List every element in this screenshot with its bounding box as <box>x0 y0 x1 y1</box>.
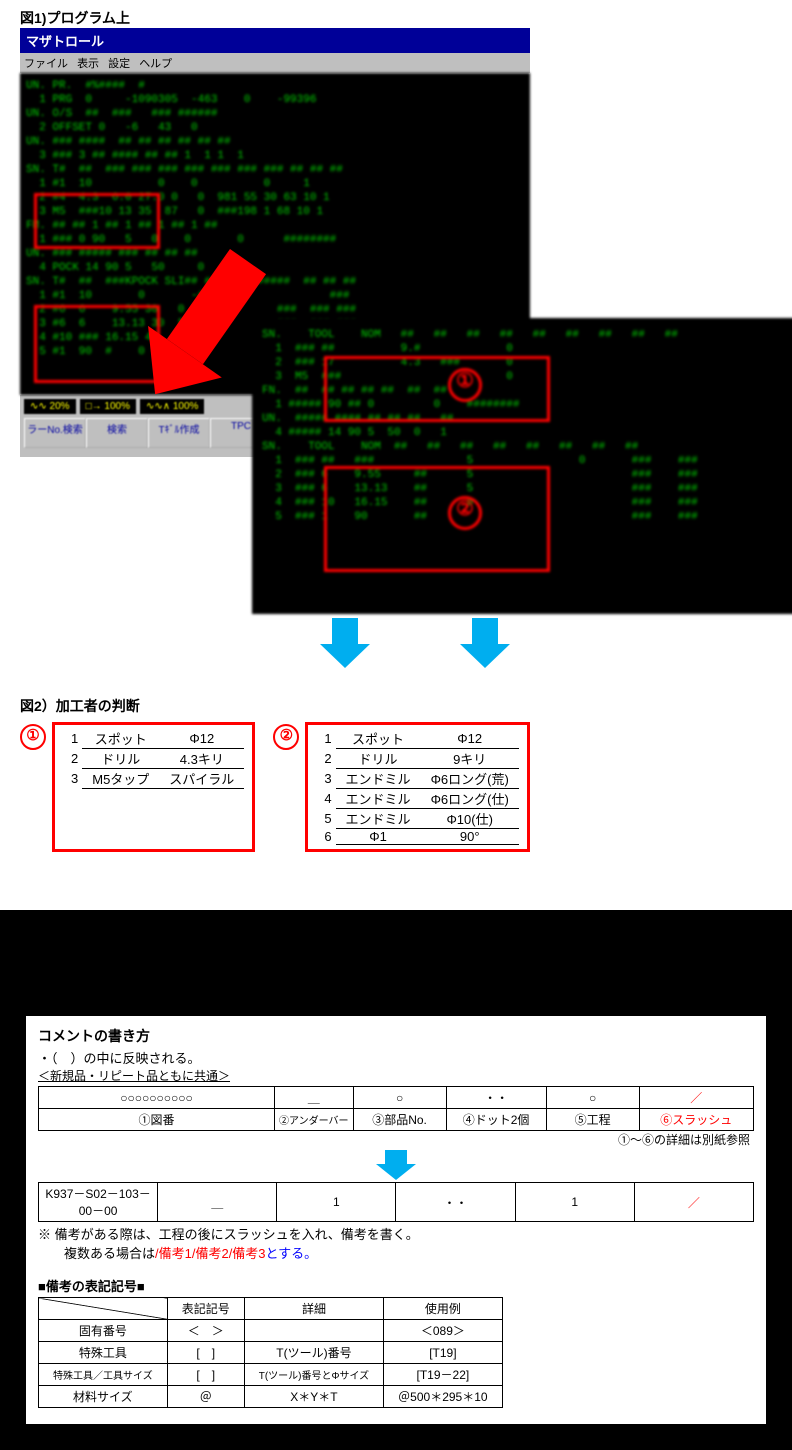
tool-row: 4エンドミルΦ6ロング(仕) <box>314 789 519 809</box>
tool-row: 3M5タップスパイラル <box>61 769 244 789</box>
fmt-r2c4: ④ドット2個 <box>446 1109 546 1131</box>
override-b: □→ 100% <box>80 399 136 414</box>
fig1-title: 図1)プログラム上 <box>20 8 772 28</box>
softkey-3[interactable]: Tｷﾞﾙ作成 <box>148 418 210 448</box>
fig2-badge-1: ① <box>20 724 46 750</box>
menu-help[interactable]: ヘルプ <box>139 58 172 70</box>
cnc-row: 3 ### 3 ## #### ## ## 1 1 1 1 <box>26 149 524 163</box>
red-highlight-1 <box>34 193 160 249</box>
cnc-row: 1 #1 10 0 -### ### <box>26 289 524 303</box>
remark-row: 特殊工具[ ]T(ツール)番号[T19] <box>39 1342 503 1364</box>
softkey-1[interactable]: ラーNo.検索 <box>24 418 86 448</box>
fig2-title: 図2）加工者の判断 <box>20 696 772 716</box>
tool-row: 3エンドミルΦ6ロング(荒) <box>314 769 519 789</box>
zoom-row: 1 ### ## 9.# 0 <box>262 342 792 356</box>
fmt-r1c3: ○ <box>353 1087 446 1109</box>
cnc-row: 1 #1 10 0 0 0 1 <box>26 177 524 191</box>
red-highlight-2 <box>34 305 160 383</box>
comment-line2: ＜新規品・リピート品ともに共通＞ <box>38 1067 754 1084</box>
fmt-r1c1: ○○○○○○○○○○ <box>39 1087 275 1109</box>
zoom-badge-1: ① <box>448 368 482 402</box>
comment-line1: ・（ ）の中に反映される。 <box>38 1048 754 1067</box>
cnc-row: SN. T# ## ### ### ### ### ### ### ### ##… <box>26 163 524 177</box>
zoom-badge-2: ② <box>448 496 482 530</box>
blue-arrow-2-icon <box>460 618 510 668</box>
fig2-section: 図2）加工者の判断 ① 1スポットΦ122ドリル4.3キリ3M5タップスパイラル… <box>20 696 772 852</box>
ex-c4: ・・ <box>396 1183 515 1222</box>
override-c: ∿∿∧ 100% <box>140 399 204 414</box>
zoom-row: SN. TOOL NOM ## ## ## ## ## ## ## ## <box>262 440 792 454</box>
remark-row: 特殊工具／工具サイズ[ ]T(ツール)番号とΦサイズ[T19－22] <box>39 1364 503 1386</box>
override-a: ∿∿ 20% <box>24 399 76 414</box>
cnc-row: UN. O/S ## ### ### ###### <box>26 107 524 121</box>
ex-c1: K937－S02－103－00－00 <box>39 1183 158 1222</box>
blue-arrow-1-icon <box>320 618 370 668</box>
cnc-row: 4 POCK 14 90 5 50 0 1 <box>26 261 524 275</box>
fmt-r1c2: ＿ <box>274 1087 353 1109</box>
spacer-bar <box>0 910 792 990</box>
cnc-row: UN. PR. #%#### # <box>26 79 524 93</box>
ex-c5: 1 <box>515 1183 634 1222</box>
fmt-r2c5: ⑤工程 <box>546 1109 639 1131</box>
menu-view[interactable]: 表示 <box>77 58 99 70</box>
cnc-row: 2 OFFSET 0 -6 43 0 <box>26 121 524 135</box>
remark-row: 固有番号＜ ＞＜089＞ <box>39 1320 503 1342</box>
remark-hdr: 表記記号 <box>167 1298 244 1320</box>
fmt-r2c6: ⑥スラッシュ <box>639 1109 753 1131</box>
fmt-r2c2: ②アンダーバー <box>274 1109 353 1131</box>
fmt-r2c3: ③部品No. <box>353 1109 446 1131</box>
cnc-row: UN. ### ##### ### ## ## ## <box>26 247 524 261</box>
cnc-stage: マザトロール ファイル 表示 設定 ヘルプ UN. PR. #%#### # 1… <box>20 28 792 688</box>
ex-c3: 1 <box>277 1183 396 1222</box>
cnc-titlebar: マザトロール <box>20 28 530 53</box>
softkey-2[interactable]: 検索 <box>86 418 148 448</box>
ex-c6: ／ <box>634 1183 753 1222</box>
small-blue-arrow-icon <box>376 1150 416 1180</box>
zoom-highlight-1 <box>324 356 550 422</box>
remark-hdr <box>39 1298 168 1320</box>
tool-row: 1スポットΦ12 <box>314 729 519 749</box>
remark-table: 表記記号詳細使用例固有番号＜ ＞＜089＞特殊工具[ ]T(ツール)番号[T19… <box>38 1297 503 1408</box>
fmt-r2c1: ①図番 <box>39 1109 275 1131</box>
menu-settings[interactable]: 設定 <box>108 58 130 70</box>
remark-title: ■備考の表記記号■ <box>38 1276 754 1295</box>
cnc-row: 1 PRG 0 -1090305 -463 0 -99396 <box>26 93 524 107</box>
format-table: ○○○○○○○○○○ ＿ ○ ・・ ○ ／ ①図番 ②アンダーバー ③部品No.… <box>38 1086 754 1131</box>
remark-note: ※ 備考がある際は、工程の後にスラッシュを入れ、備考を書く。 <box>38 1224 754 1243</box>
zoom-panel: SN. TOOL NOM ## ## ## ## ## ## ## ## ## … <box>252 318 792 614</box>
cnc-row: SN. T# ## ###KPOCK SLI## ##### ##### ## … <box>26 275 524 289</box>
comment-heading: コメントの書き方 <box>38 1026 754 1046</box>
fmt-r1c4: ・・ <box>446 1087 546 1109</box>
tool-row: 2ドリル4.3キリ <box>61 749 244 769</box>
menu-file[interactable]: ファイル <box>24 58 68 70</box>
fmt-r1c6: ／ <box>639 1087 753 1109</box>
fig2-badge-2: ② <box>273 724 299 750</box>
zoom-row: SN. TOOL NOM ## ## ## ## ## ## ## ## ## <box>262 328 792 342</box>
cnc-row: UN. ### #### ## ## ## ## ## ## <box>26 135 524 149</box>
fmt-r1c5: ○ <box>546 1087 639 1109</box>
tool-row: 1スポットΦ12 <box>61 729 244 749</box>
example-table: K937－S02－103－00－00 ＿ 1 ・・ 1 ／ <box>38 1182 754 1222</box>
tool-row: 5エンドミルΦ10(仕) <box>314 809 519 829</box>
tool-list-2: 1スポットΦ122ドリル9キリ3エンドミルΦ6ロング(荒)4エンドミルΦ6ロング… <box>305 722 530 852</box>
ex-c2: ＿ <box>158 1183 277 1222</box>
remark-hdr: 使用例 <box>384 1298 502 1320</box>
tool-row: 6Φ190° <box>314 829 519 845</box>
tool-row: 2ドリル9キリ <box>314 749 519 769</box>
remark-row: 材料サイズ＠X＊Y＊T＠500＊295＊10 <box>39 1386 503 1408</box>
comment-section: コメントの書き方 ・（ ）の中に反映される。 ＜新規品・リピート品ともに共通＞ … <box>0 990 792 1450</box>
zoom-highlight-2 <box>324 466 550 572</box>
detail-ref: ①～⑥の詳細は別紙参照 <box>38 1131 754 1148</box>
remark-hdr: 詳細 <box>244 1298 383 1320</box>
tool-list-1: 1スポットΦ122ドリル4.3キリ3M5タップスパイラル <box>52 722 255 852</box>
remark-note-sub: 複数ある場合は/備考1/備考2/備考3とする。 <box>38 1243 754 1262</box>
cnc-menubar: ファイル 表示 設定 ヘルプ <box>20 53 530 73</box>
zoom-row: 4 ##### 14 90 5 50 0 1 <box>262 426 792 440</box>
